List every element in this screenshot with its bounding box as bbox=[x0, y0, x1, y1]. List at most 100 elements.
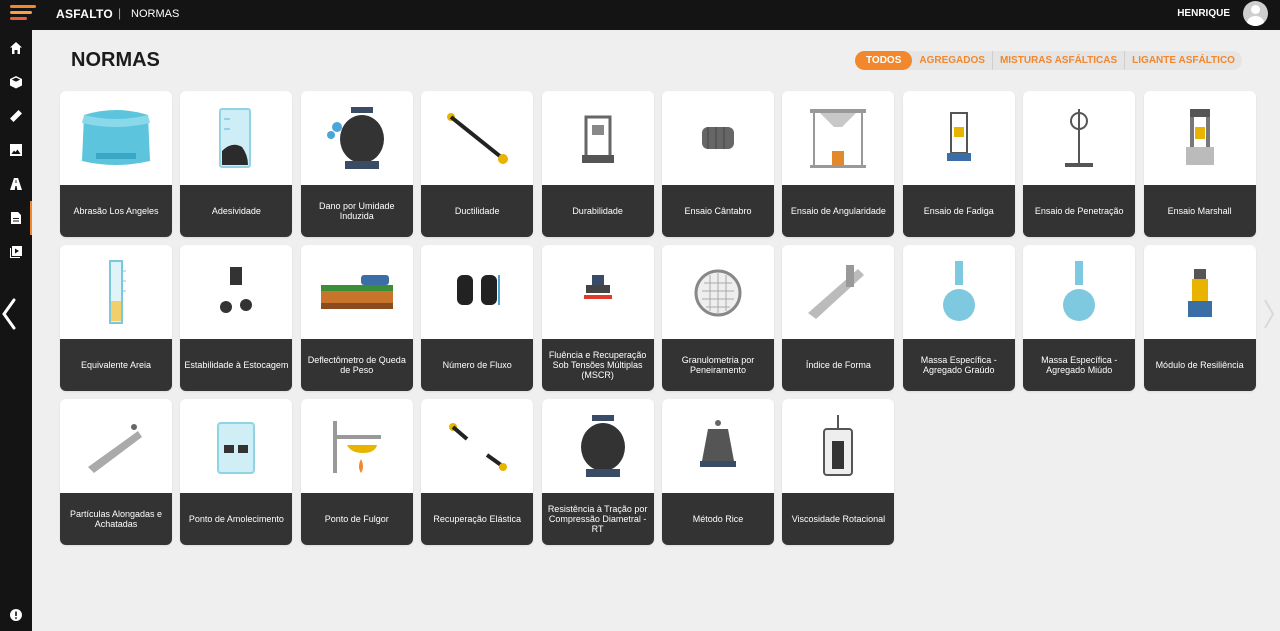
norma-card[interactable]: Módulo de Resiliência bbox=[1143, 245, 1256, 391]
sidebar-item-ruler[interactable] bbox=[0, 99, 32, 133]
norma-card-image bbox=[180, 91, 292, 185]
norma-card-label: Ductilidade bbox=[421, 185, 534, 237]
norma-card[interactable]: Massa Específica - Agregado Miúdo bbox=[1023, 245, 1136, 391]
norma-card[interactable]: Adesividade bbox=[180, 91, 293, 237]
next-page-chevron-icon[interactable] bbox=[1262, 296, 1276, 332]
norma-card-image bbox=[782, 91, 894, 185]
home-icon bbox=[10, 42, 22, 54]
filter-todos[interactable]: TODOS bbox=[855, 51, 913, 70]
norma-card[interactable]: Viscosidade Rotacional bbox=[782, 399, 895, 545]
norma-card-image bbox=[782, 399, 894, 493]
funnel-stand-icon bbox=[810, 109, 867, 168]
marshall-press-icon bbox=[1185, 109, 1214, 165]
norma-card-image bbox=[421, 245, 533, 339]
sidebar-item-road[interactable] bbox=[0, 167, 32, 201]
norma-card[interactable]: Método Rice bbox=[662, 399, 774, 545]
norma-card-label: Adesividade bbox=[180, 185, 293, 237]
ductility-icon bbox=[447, 113, 509, 164]
norma-card[interactable]: Massa Específica - Agregado Graúdo bbox=[902, 245, 1015, 391]
norma-card[interactable]: Recuperação Elástica bbox=[421, 399, 534, 545]
norma-card-image bbox=[662, 245, 774, 339]
norma-card[interactable]: Ponto de Fulgor bbox=[300, 399, 413, 545]
resilience-machine-icon bbox=[1187, 269, 1212, 317]
norma-card[interactable]: Ductilidade bbox=[421, 91, 534, 237]
norma-card[interactable]: Partículas Alongadas e Achatadas bbox=[60, 399, 172, 545]
norma-card[interactable]: Ensaio de Angularidade bbox=[782, 91, 895, 237]
flash-point-icon bbox=[332, 421, 381, 473]
image-icon bbox=[10, 144, 22, 156]
norma-card[interactable]: Deflectômetro de Queda de Peso bbox=[300, 245, 413, 391]
norma-card-image bbox=[301, 245, 413, 339]
norma-card-label: Dano por Umidade Induzida bbox=[300, 185, 413, 237]
norma-card-image bbox=[301, 91, 413, 185]
document-icon bbox=[11, 212, 21, 224]
norma-card[interactable]: Estabilidade à Estocagem bbox=[180, 245, 293, 391]
norma-card-image bbox=[421, 91, 533, 185]
norma-card[interactable]: Resistência à Tração por Compressão Diam… bbox=[541, 399, 654, 545]
sidebar-item-image[interactable] bbox=[0, 133, 32, 167]
info-icon bbox=[9, 609, 22, 621]
graduated-cylinder-icon bbox=[109, 260, 126, 324]
norma-card[interactable]: Abrasão Los Angeles bbox=[60, 91, 172, 237]
flask-icon bbox=[942, 261, 975, 321]
norma-card-label: Resistência à Tração por Compressão Diam… bbox=[541, 493, 654, 545]
norma-card-image bbox=[662, 399, 774, 493]
filter-misturas-asfalticas[interactable]: MISTURAS ASFÁLTICAS bbox=[991, 51, 1124, 70]
norma-card[interactable]: Ensaio Marshall bbox=[1143, 91, 1256, 237]
norma-card[interactable]: Ensaio Cântabro bbox=[662, 91, 774, 237]
norma-card[interactable]: Durabilidade bbox=[541, 91, 654, 237]
norma-card-label: Granulometria por Peneiramento bbox=[662, 339, 774, 391]
norma-card-label: Índice de Forma bbox=[782, 339, 895, 391]
norma-card-label: Ensaio de Fadiga bbox=[902, 185, 1015, 237]
filter-ligante-asfaltico[interactable]: LIGANTE ASFÁLTICO bbox=[1124, 51, 1242, 70]
sidebar-item-home[interactable] bbox=[0, 31, 32, 65]
page-title: NORMAS bbox=[71, 49, 160, 71]
norma-card[interactable]: Dano por Umidade Induzida bbox=[300, 91, 413, 237]
norma-card-label: Método Rice bbox=[662, 493, 774, 545]
avatar[interactable] bbox=[1243, 1, 1268, 26]
norma-card-label: Viscosidade Rotacional bbox=[782, 493, 895, 545]
norma-card-label: Fluência e Recuperação Sob Tensões Múlti… bbox=[541, 339, 654, 391]
sidebar-item-media[interactable] bbox=[0, 235, 32, 269]
norma-card-label: Módulo de Resiliência bbox=[1143, 339, 1256, 391]
user-name[interactable]: HENRIQUE bbox=[1177, 8, 1230, 19]
previous-page-chevron-icon[interactable] bbox=[0, 296, 20, 332]
fatigue-machine-icon bbox=[946, 112, 971, 161]
ring-ball-icon bbox=[217, 422, 256, 474]
norma-card-image bbox=[421, 399, 533, 493]
norma-card-label: Estabilidade à Estocagem bbox=[180, 339, 293, 391]
specimen-icon bbox=[580, 415, 625, 477]
top-bar: ASFALTO | NORMAS HENRIQUE bbox=[0, 0, 1280, 30]
norma-card-image bbox=[1023, 91, 1135, 185]
norma-card[interactable]: Equivalente Areia bbox=[60, 245, 172, 391]
norma-card-image bbox=[301, 399, 413, 493]
norma-card[interactable]: Granulometria por Peneiramento bbox=[662, 245, 774, 391]
filter-agregados[interactable]: AGREGADOS bbox=[912, 51, 992, 70]
norma-card[interactable]: Fluência e Recuperação Sob Tensões Múlti… bbox=[541, 245, 654, 391]
norma-card[interactable]: Ponto de Amolecimento bbox=[180, 399, 293, 545]
storage-tubes-icon bbox=[220, 267, 253, 313]
drum-icon bbox=[702, 127, 734, 149]
norma-card-image bbox=[60, 399, 172, 493]
caliper-icon bbox=[808, 265, 865, 319]
norma-card-image bbox=[662, 91, 774, 185]
norma-card-image bbox=[1023, 245, 1135, 339]
norma-card[interactable]: Índice de Forma bbox=[782, 245, 895, 391]
norma-card[interactable]: Número de Fluxo bbox=[421, 245, 534, 391]
sidebar-item-info[interactable] bbox=[0, 598, 32, 631]
norma-card[interactable]: Ensaio de Fadiga bbox=[902, 91, 1015, 237]
ruler-icon bbox=[10, 110, 22, 122]
norma-card-image bbox=[542, 91, 654, 185]
norma-card-image bbox=[782, 245, 894, 339]
app-title: ASFALTO bbox=[56, 7, 113, 21]
app-logo-icon[interactable] bbox=[10, 4, 36, 24]
sidebar-item-cube[interactable] bbox=[0, 65, 32, 99]
rice-pycnometer-icon bbox=[700, 420, 736, 467]
sidebar-item-normas[interactable] bbox=[0, 201, 32, 235]
norma-card-label: Ensaio Marshall bbox=[1143, 185, 1256, 237]
breadcrumb-separator: | bbox=[118, 6, 122, 20]
proportional-caliper-icon bbox=[88, 424, 142, 473]
norma-card-label: Ensaio de Angularidade bbox=[782, 185, 895, 237]
norma-card[interactable]: Ensaio de Penetração bbox=[1023, 91, 1136, 237]
breadcrumb-current: NORMAS bbox=[131, 8, 180, 20]
